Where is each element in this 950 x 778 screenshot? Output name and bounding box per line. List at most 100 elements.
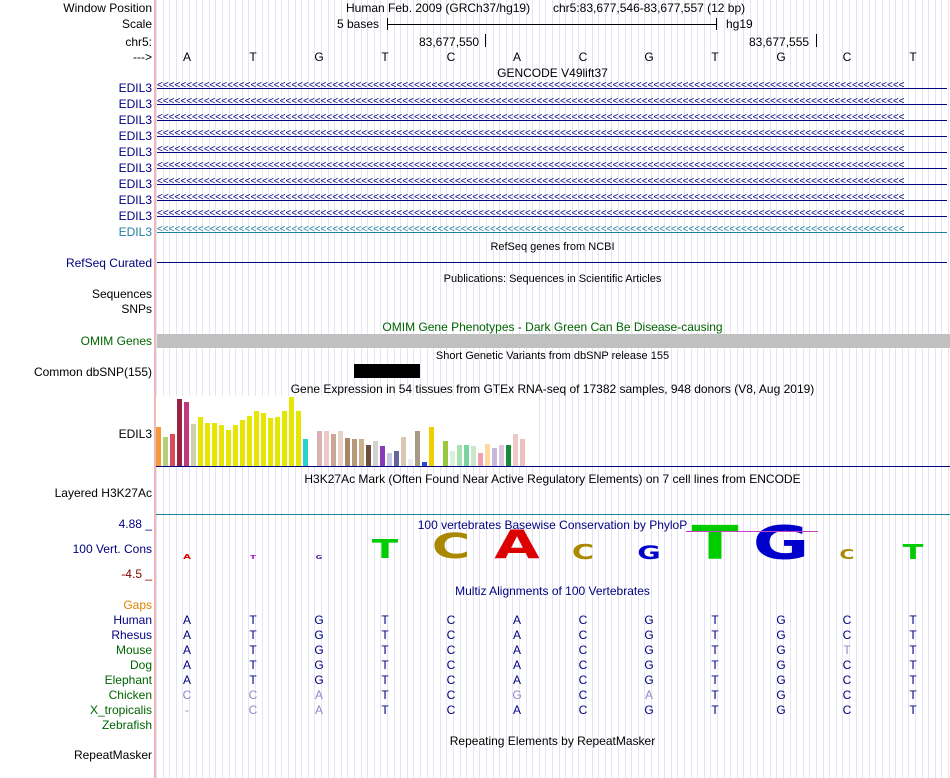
multiz-species-label[interactable]: X_tropicalis: [90, 703, 152, 717]
multiz-base: A: [314, 703, 323, 717]
gtex-tissue-bar[interactable]: [394, 451, 399, 466]
repeatmasker-track-label[interactable]: RepeatMasker: [74, 748, 152, 762]
gtex-tissue-bar[interactable]: [296, 411, 301, 466]
gtex-tissue-bar[interactable]: [408, 459, 413, 466]
gtex-tissue-bar[interactable]: [499, 445, 504, 466]
gtex-tissue-bar[interactable]: [366, 445, 371, 466]
position-text[interactable]: chr5:83,677,546-83,677,557 (12 bp): [553, 1, 745, 15]
gencode-transcript[interactable]: <<<<<<<<<<<<<<<<<<<<<<<<<<<<<<<<<<<<<<<<…: [157, 224, 947, 235]
gencode-transcript[interactable]: <<<<<<<<<<<<<<<<<<<<<<<<<<<<<<<<<<<<<<<<…: [157, 96, 947, 107]
gtex-tissue-bar[interactable]: [373, 441, 378, 466]
gtex-tissue-bar[interactable]: [485, 444, 490, 466]
multiz-species-label[interactable]: Elephant: [105, 673, 152, 687]
gencode-transcript[interactable]: <<<<<<<<<<<<<<<<<<<<<<<<<<<<<<<<<<<<<<<<…: [157, 128, 947, 139]
gtex-tissue-bar[interactable]: [275, 417, 280, 466]
gtex-tissue-bar[interactable]: [163, 437, 168, 466]
gtex-tissue-bar[interactable]: [401, 437, 406, 466]
gtex-tissue-bar[interactable]: [240, 420, 245, 466]
gtex-tissue-bar[interactable]: [212, 423, 217, 466]
multiz-base: G: [314, 628, 324, 642]
gencode-transcript[interactable]: <<<<<<<<<<<<<<<<<<<<<<<<<<<<<<<<<<<<<<<<…: [157, 208, 947, 219]
gtex-tissue-bar[interactable]: [338, 431, 343, 466]
gtex-chart[interactable]: [156, 396, 536, 466]
gtex-tissue-bar[interactable]: [205, 423, 210, 466]
gencode-transcript-label[interactable]: EDIL3: [119, 225, 152, 239]
gtex-tissue-bar[interactable]: [457, 445, 462, 466]
multiz-species-label[interactable]: Mouse: [116, 643, 152, 657]
gtex-tissue-bar[interactable]: [359, 439, 364, 466]
gtex-tissue-bar[interactable]: [415, 431, 420, 466]
multiz-base: C: [446, 613, 456, 627]
gtex-tissue-bar[interactable]: [352, 439, 357, 466]
gencode-transcript-label[interactable]: EDIL3: [119, 129, 152, 143]
gtex-tissue-bar[interactable]: [226, 430, 231, 466]
gtex-tissue-bar[interactable]: [247, 416, 252, 466]
gtex-tissue-bar[interactable]: [506, 445, 511, 466]
gencode-transcript-label[interactable]: EDIL3: [119, 145, 152, 159]
multiz-species-label[interactable]: Human: [113, 613, 152, 627]
gtex-tissue-bar[interactable]: [380, 446, 385, 466]
gtex-tissue-bar[interactable]: [345, 438, 350, 466]
gtex-tissue-bar[interactable]: [289, 397, 294, 466]
gencode-transcript-label[interactable]: EDIL3: [119, 97, 152, 111]
gencode-transcript[interactable]: <<<<<<<<<<<<<<<<<<<<<<<<<<<<<<<<<<<<<<<<…: [157, 112, 947, 123]
publications-snps-label[interactable]: SNPs: [121, 302, 152, 316]
phylop-track-label[interactable]: 100 Vert. Cons: [73, 542, 152, 556]
gtex-tissue-bar[interactable]: [464, 445, 469, 466]
multiz-species-label[interactable]: Rhesus: [111, 628, 152, 642]
gencode-transcript-label[interactable]: EDIL3: [119, 209, 152, 223]
gtex-tissue-bar[interactable]: [471, 446, 476, 466]
gtex-tissue-bar[interactable]: [268, 418, 273, 466]
multiz-base: T: [711, 673, 719, 687]
gtex-tissue-bar[interactable]: [513, 434, 518, 466]
gencode-transcript[interactable]: <<<<<<<<<<<<<<<<<<<<<<<<<<<<<<<<<<<<<<<<…: [157, 176, 947, 187]
multiz-base: G: [644, 703, 654, 717]
omim-track-title: OMIM Gene Phenotypes - Dark Green Can Be…: [382, 320, 723, 334]
omim-track-label[interactable]: OMIM Genes: [81, 334, 152, 348]
gtex-tissue-bar[interactable]: [170, 434, 175, 466]
gtex-tissue-bar[interactable]: [261, 413, 266, 466]
gtex-tissue-bar[interactable]: [324, 431, 329, 466]
gtex-tissue-bar[interactable]: [184, 402, 189, 466]
gtex-tissue-bar[interactable]: [254, 411, 259, 466]
multiz-base: G: [314, 658, 324, 672]
dbsnp-track-label[interactable]: Common dbSNP(155): [34, 365, 152, 379]
gtex-tissue-bar[interactable]: [443, 441, 448, 466]
gencode-transcript-label[interactable]: EDIL3: [119, 81, 152, 95]
gtex-tissue-bar[interactable]: [387, 453, 392, 466]
gtex-tissue-bar[interactable]: [233, 425, 238, 466]
gencode-transcript-label[interactable]: EDIL3: [119, 177, 152, 191]
multiz-species-label[interactable]: Chicken: [109, 688, 152, 702]
omim-gene-bar[interactable]: [157, 334, 950, 348]
h3k27ac-track-label[interactable]: Layered H3K27Ac: [55, 486, 152, 500]
gencode-transcript-label[interactable]: EDIL3: [119, 161, 152, 175]
gtex-tissue-bar[interactable]: [198, 417, 203, 466]
gtex-tissue-bar[interactable]: [177, 399, 182, 466]
publications-sequences-label[interactable]: Sequences: [92, 287, 152, 301]
multiz-species-label[interactable]: Zebrafish: [102, 718, 152, 732]
gencode-transcript[interactable]: <<<<<<<<<<<<<<<<<<<<<<<<<<<<<<<<<<<<<<<<…: [157, 144, 947, 155]
gtex-tissue-bar[interactable]: [191, 424, 196, 466]
gtex-tissue-bar[interactable]: [450, 451, 455, 466]
gtex-tissue-bar[interactable]: [492, 448, 497, 466]
multiz-base: C: [578, 688, 588, 702]
gencode-transcript[interactable]: <<<<<<<<<<<<<<<<<<<<<<<<<<<<<<<<<<<<<<<<…: [157, 192, 947, 203]
gtex-tissue-bar[interactable]: [219, 425, 224, 466]
gtex-tissue-bar[interactable]: [429, 427, 434, 466]
gtex-tissue-bar[interactable]: [282, 411, 287, 466]
gtex-tissue-bar[interactable]: [331, 434, 336, 466]
gtex-tissue-bar[interactable]: [317, 431, 322, 466]
gtex-tissue-bar[interactable]: [303, 439, 308, 466]
gencode-transcript[interactable]: <<<<<<<<<<<<<<<<<<<<<<<<<<<<<<<<<<<<<<<<…: [157, 160, 947, 171]
gtex-tissue-bar[interactable]: [156, 427, 161, 466]
gencode-transcript[interactable]: <<<<<<<<<<<<<<<<<<<<<<<<<<<<<<<<<<<<<<<<…: [157, 80, 947, 91]
sequence-base: C: [446, 50, 456, 64]
dbsnp-variant[interactable]: [354, 364, 420, 378]
gtex-tissue-bar[interactable]: [520, 439, 525, 466]
gencode-transcript-label[interactable]: EDIL3: [119, 113, 152, 127]
refseq-track-label[interactable]: RefSeq Curated: [66, 256, 152, 270]
multiz-species-label[interactable]: Dog: [130, 658, 152, 672]
gtex-tissue-bar[interactable]: [478, 453, 483, 466]
gencode-transcript-label[interactable]: EDIL3: [119, 193, 152, 207]
gtex-track-label[interactable]: EDIL3: [119, 427, 152, 441]
